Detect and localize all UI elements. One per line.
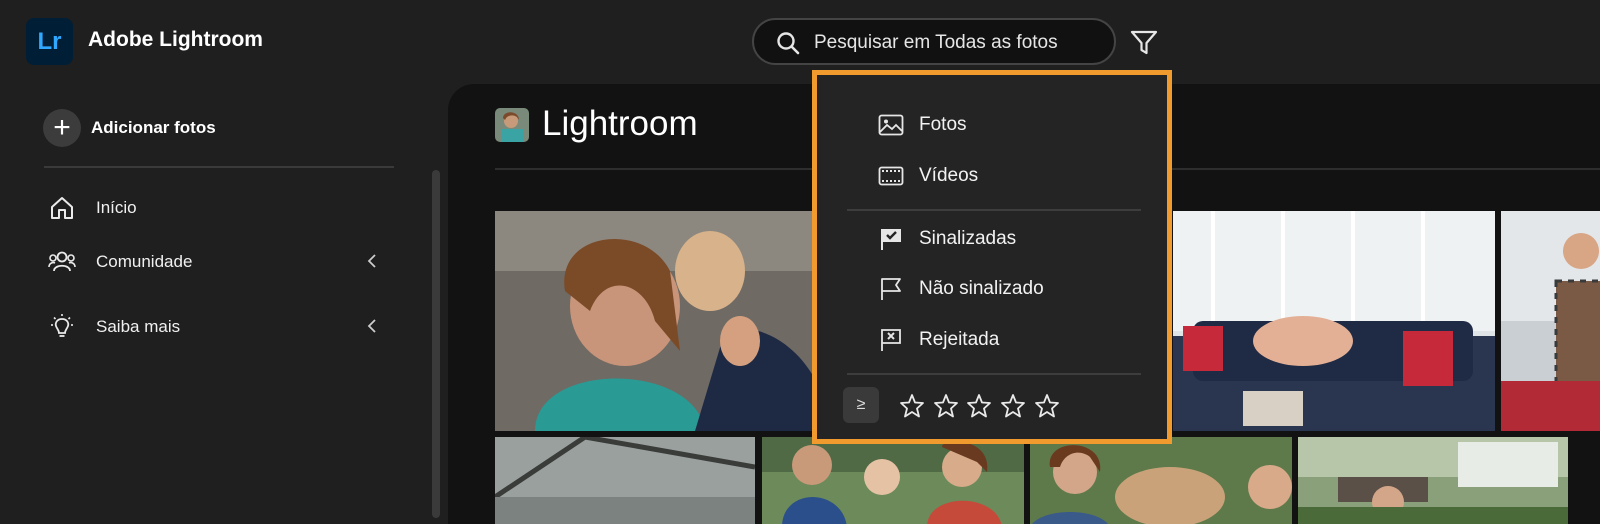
add-photos-button[interactable]: + Adicionar fotos — [43, 109, 216, 147]
photo-thumbnail[interactable] — [762, 437, 1024, 524]
sidebar-item-home[interactable]: Início — [48, 190, 388, 226]
photo-thumbnail[interactable] — [1298, 437, 1568, 524]
sidebar-divider — [44, 166, 394, 168]
photo-thumbnail[interactable] — [495, 211, 816, 431]
sidebar-item-community[interactable]: Comunidade — [48, 244, 388, 280]
flag-rejected-icon — [877, 328, 905, 352]
album-title: Lightroom — [542, 104, 698, 143]
app-title: Adobe Lightroom — [88, 28, 263, 51]
star-icon[interactable] — [899, 393, 925, 419]
menu-item-label: Não sinalizado — [919, 278, 1044, 299]
menu-item-label: Rejeitada — [919, 329, 1000, 350]
menu-item-videos[interactable]: Vídeos — [877, 164, 978, 188]
photo-thumbnail[interactable] — [495, 437, 755, 524]
video-icon — [877, 164, 905, 188]
menu-separator — [847, 373, 1141, 375]
search-input[interactable] — [812, 28, 1106, 58]
add-photos-label: Adicionar fotos — [91, 118, 216, 137]
flag-checked-icon — [877, 227, 905, 251]
menu-item-photos[interactable]: Fotos — [877, 113, 967, 137]
app-header: Lr Adobe Lightroom — [0, 0, 1600, 84]
menu-separator — [847, 209, 1141, 211]
sidebar-item-label: Início — [96, 198, 137, 217]
star-icon[interactable] — [1000, 393, 1026, 419]
plus-icon: + — [43, 109, 81, 147]
star-icon[interactable] — [933, 393, 959, 419]
community-icon — [48, 248, 76, 276]
sidebar-item-label: Comunidade — [96, 252, 193, 271]
menu-item-label: Sinalizadas — [919, 228, 1017, 249]
menu-item-rejected[interactable]: Rejeitada — [877, 328, 999, 352]
chevron-left-icon[interactable] — [366, 252, 378, 270]
sidebar-item-label: Saiba mais — [96, 317, 181, 336]
rating-operator-button[interactable]: ≥ — [843, 387, 879, 423]
search-box[interactable] — [752, 18, 1116, 65]
photo-thumbnail[interactable] — [1173, 211, 1495, 431]
photo-thumbnail[interactable] — [1030, 437, 1292, 524]
menu-item-unflagged[interactable]: Não sinalizado — [877, 277, 1044, 301]
menu-item-label: Vídeos — [919, 165, 979, 186]
home-icon — [48, 194, 76, 222]
album-thumbnail — [495, 108, 529, 142]
menu-item-label: Fotos — [919, 114, 967, 135]
image-icon — [877, 113, 905, 137]
menu-item-flagged[interactable]: Sinalizadas — [877, 227, 1016, 251]
sidebar: + Adicionar fotos Início Comunidade Saib… — [0, 84, 440, 518]
search-icon — [777, 32, 800, 55]
filter-icon[interactable] — [1128, 28, 1160, 58]
photo-thumbnail[interactable] — [1501, 211, 1600, 431]
star-icon[interactable] — [966, 393, 992, 419]
filter-dropdown-menu: Fotos Vídeos Sinalizadas Não sinalizado … — [812, 70, 1172, 444]
star-icon[interactable] — [1034, 393, 1060, 419]
lightroom-logo[interactable]: Lr — [26, 18, 73, 65]
sidebar-scrollbar[interactable] — [432, 170, 440, 518]
lightbulb-icon — [48, 313, 76, 341]
flag-icon — [877, 277, 905, 301]
chevron-left-icon[interactable] — [366, 317, 378, 335]
sidebar-item-learn-more[interactable]: Saiba mais — [48, 309, 388, 345]
